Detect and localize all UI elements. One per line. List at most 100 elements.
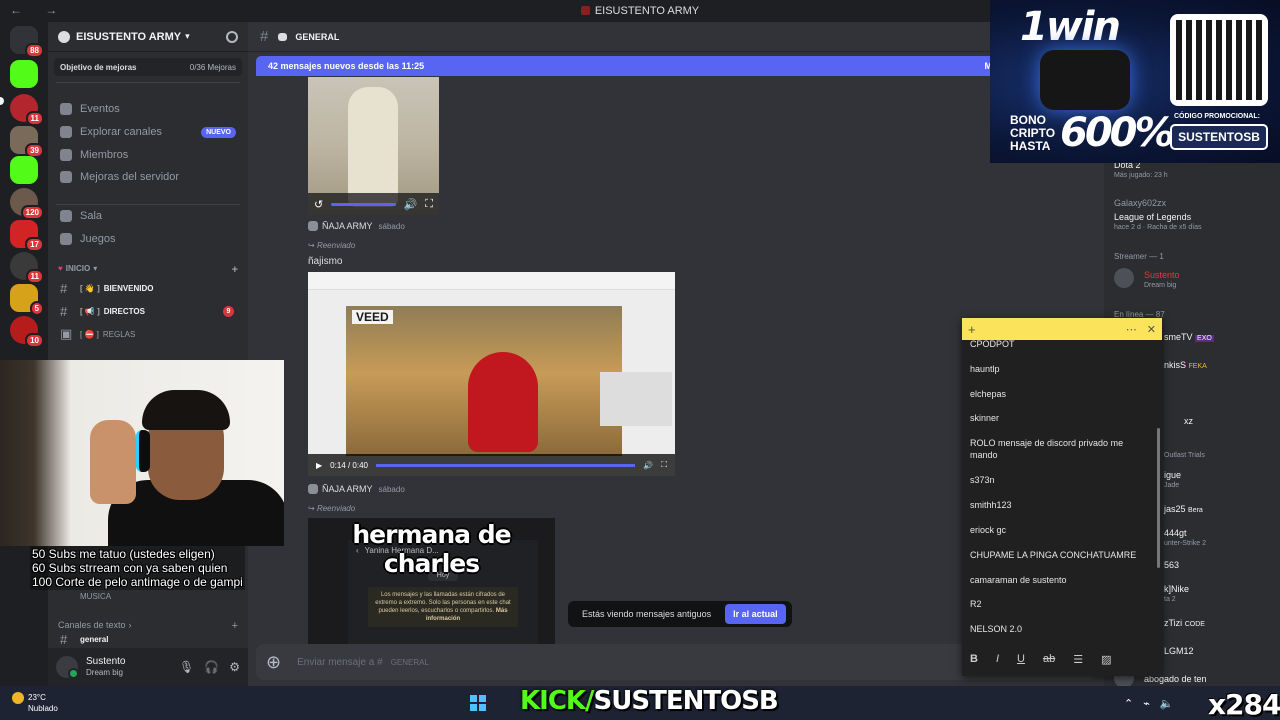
member-name[interactable]: smeTV EXO — [1164, 332, 1214, 342]
video-attachment[interactable]: VEED ▶ 0:14 / 0:40 🔊 ⛶ — [308, 272, 675, 476]
invite-icon[interactable] — [226, 30, 238, 43]
server-icon[interactable]: 120 — [10, 188, 44, 220]
calendar-icon — [60, 103, 72, 115]
channel-directos[interactable]: #[ 📢 ] DIRECTOS 9 — [56, 301, 240, 321]
network-icon[interactable]: ⌁ — [1143, 697, 1150, 710]
jump-to-present-button[interactable]: Ir al actual — [725, 604, 786, 624]
list-icon[interactable]: ☰ — [1073, 653, 1083, 666]
underline-button[interactable]: U — [1017, 653, 1025, 665]
author-name[interactable]: ÑAJA ARMY — [322, 484, 373, 494]
server-icon[interactable]: 5 — [10, 284, 44, 316]
server-icon[interactable]: 11 — [10, 94, 44, 126]
volume-icon[interactable]: 🔊 — [404, 198, 418, 211]
note-line: camaraman de sustento — [970, 575, 1067, 585]
channel-reglas[interactable]: ▣[ ⛔ ] REGLAS — [56, 324, 240, 344]
user-panel: Sustento Dream big 🎙 🎧 ⚙ — [48, 648, 248, 686]
member-name[interactable]: jas25 Bera — [1164, 504, 1203, 514]
notes-list[interactable]: CPODPOT hauntlp elchepas skinner ROLO me… — [962, 340, 1162, 638]
voice-channel-juegos[interactable]: Juegos — [56, 229, 240, 249]
nav-server-boost[interactable]: Mejoras del servidor — [56, 167, 240, 187]
member-name[interactable]: 563 — [1164, 560, 1179, 570]
replay-icon[interactable]: ↺ — [314, 198, 323, 211]
volume-icon[interactable]: 🔊 — [643, 461, 653, 470]
add-channel-icon[interactable]: + — [232, 264, 238, 276]
fullscreen-icon[interactable]: ⛶ — [425, 198, 433, 211]
gear-icon[interactable]: ⚙ — [229, 660, 240, 674]
channel-general[interactable]: # general — [56, 634, 240, 644]
voice-channel-sala[interactable]: Sala — [56, 206, 240, 226]
avatar[interactable] — [308, 484, 318, 494]
category-inicio[interactable]: ♥ INICIO ▾ + — [58, 264, 238, 276]
promo-bono: BONO CRIPTO HASTA — [1010, 113, 1056, 153]
italic-button[interactable]: I — [996, 653, 999, 665]
server-header[interactable]: EISUSTENTO ARMY ▾ — [48, 22, 248, 52]
member-name[interactable]: Galaxy602zx — [1114, 198, 1166, 208]
note-line: CHUPAME LA PINGA CONCHATUAMRE — [970, 550, 1137, 560]
video-time: 0:14 / 0:40 — [330, 460, 368, 470]
close-icon[interactable]: ✕ — [1147, 323, 1156, 336]
system-tray: ⌃ ⌁ 🔈 — [1124, 697, 1174, 710]
member-name[interactable]: 444gt unter-Strike 2 — [1164, 528, 1206, 547]
video-progress[interactable] — [375, 463, 636, 467]
counter-overlay: x284 — [1208, 688, 1280, 720]
weather-widget[interactable]: 23°C Nublado — [12, 692, 58, 714]
member-name[interactable]: nkisS FEKA — [1164, 360, 1207, 370]
server-icon[interactable] — [10, 156, 38, 184]
member-name[interactable]: xz — [1184, 416, 1193, 426]
boost-goal[interactable]: Objetivo de mejoras 0/36 Mejoras — [54, 58, 242, 76]
microphone-icon[interactable]: 🎙 — [179, 660, 194, 674]
volume-icon[interactable]: 🔈 — [1160, 697, 1174, 710]
forwarded-label: ↪ Reenviado — [308, 241, 356, 250]
chevron-up-icon[interactable]: ⌃ — [1124, 697, 1133, 710]
note-line: R2 — [970, 599, 982, 609]
note-line: s373n — [970, 475, 995, 485]
start-button[interactable] — [470, 695, 486, 711]
composer-placeholder: Enviar mensaje a # — [297, 656, 383, 668]
member-name[interactable]: LGM12 — [1164, 646, 1194, 656]
nav-browse-channels[interactable]: Explorar canales NUEVO — [56, 122, 240, 142]
format-toolbar: B I U ab ☰ ▨ — [962, 642, 1162, 676]
server-icon-kick[interactable] — [10, 60, 38, 88]
avatar[interactable] — [56, 656, 79, 679]
add-channel-icon[interactable]: + — [232, 620, 238, 632]
avatar[interactable] — [1114, 268, 1134, 288]
bold-button[interactable]: B — [970, 653, 978, 665]
note-line: NELSON 2.0 — [970, 624, 1023, 634]
headphones-icon[interactable]: 🎧 — [204, 660, 219, 674]
server-icon[interactable]: 17 — [10, 220, 44, 252]
channel-header: # GENERAL — [248, 22, 1104, 52]
note-line: skinner — [970, 413, 1000, 423]
member-name[interactable]: zTizi CODE — [1164, 618, 1205, 628]
member-streamer[interactable]: Sustento Dream big — [1144, 270, 1180, 289]
direct-messages-button[interactable]: 88 — [10, 26, 44, 58]
timestamp: sábado — [378, 221, 405, 231]
member-name[interactable]: k]Nike ta 2 — [1164, 584, 1189, 603]
strikethrough-button[interactable]: ab — [1043, 653, 1055, 665]
notes-scrollbar[interactable] — [1157, 428, 1160, 568]
channel-bienvenido[interactable]: #[ 👋 ] BIENVENIDO — [56, 278, 240, 298]
server-icon[interactable]: 39 — [10, 126, 44, 158]
promo-percent: 600% — [1060, 110, 1175, 156]
server-icon[interactable]: 10 — [10, 316, 44, 348]
new-messages-bar[interactable]: 42 mensajes nuevos desde las 11:25 M — [256, 56, 996, 76]
member-activity[interactable]: Outlast Trials — [1164, 450, 1205, 459]
member-activity[interactable]: League of Legends hace 2 d · Racha de x5 … — [1114, 212, 1202, 231]
author-name[interactable]: ÑAJA ARMY — [322, 221, 373, 231]
member-name[interactable]: igue Jade — [1164, 470, 1181, 489]
image-icon[interactable]: ▨ — [1101, 653, 1111, 666]
qr-code — [1170, 14, 1268, 106]
avatar[interactable] — [308, 221, 318, 231]
play-icon[interactable]: ▶ — [316, 461, 322, 470]
meme-caption: hermana de charles — [352, 520, 511, 578]
video-attachment[interactable]: ↺ 🔊 ⛶ — [308, 77, 439, 215]
volume-slider[interactable] — [331, 202, 396, 206]
nav-events[interactable]: Eventos — [56, 99, 240, 119]
server-icon[interactable]: 11 — [10, 252, 44, 284]
image-attachment[interactable]: ‹ Yanina Hermana D... Hoy Los mensajes y … — [308, 518, 555, 644]
category-text-channels[interactable]: Canales de texto › + — [58, 620, 238, 632]
more-icon[interactable]: ⋯ — [1126, 323, 1137, 336]
fullscreen-icon[interactable]: ⛶ — [661, 460, 667, 470]
add-attachment-icon[interactable]: ⊕ — [266, 652, 281, 673]
add-note-icon[interactable]: + — [968, 322, 976, 337]
nav-members[interactable]: Miembros — [56, 145, 240, 165]
